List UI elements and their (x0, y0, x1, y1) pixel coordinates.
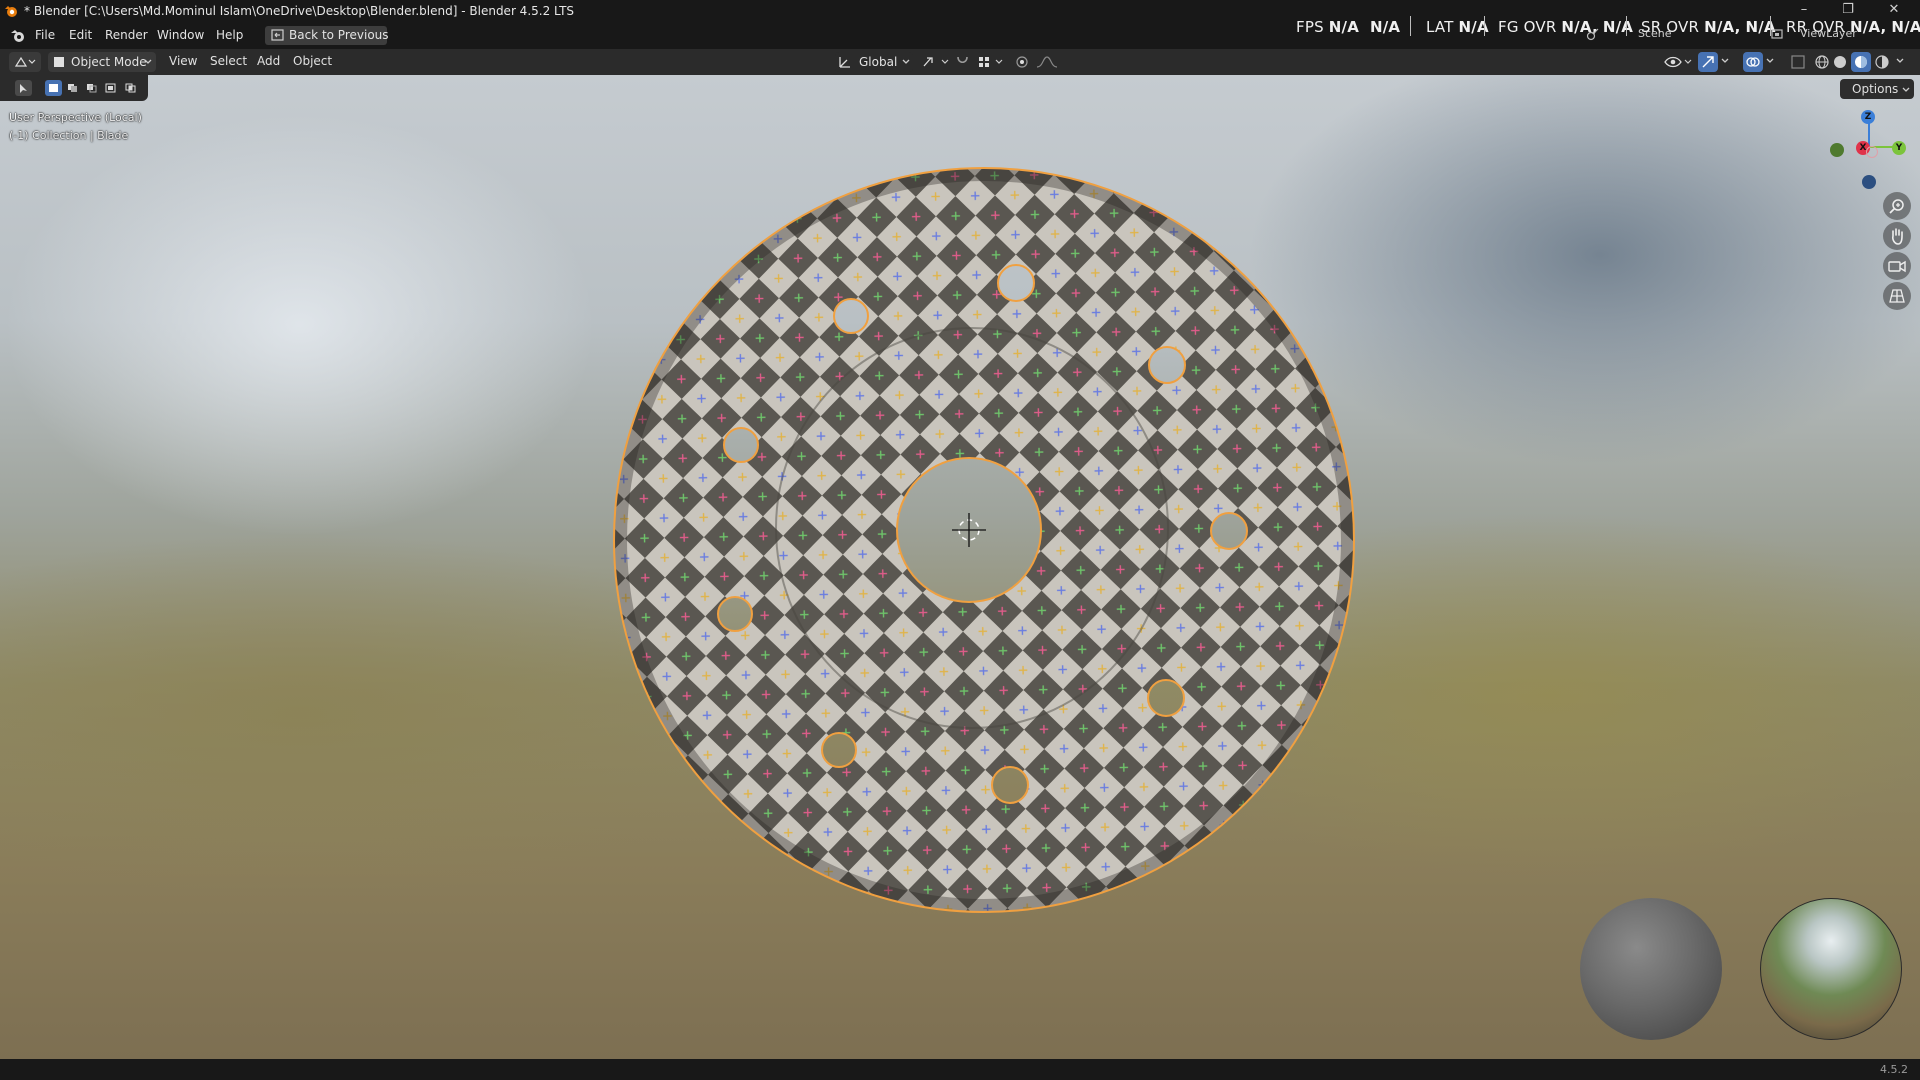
scene-icon (1586, 28, 1599, 41)
axis-y-button[interactable]: Y (1892, 141, 1906, 155)
header-menu-add[interactable]: Add (257, 54, 280, 68)
back-screen-icon (271, 29, 284, 41)
back-to-previous-label: Back to Previous (289, 28, 389, 42)
mode-selector[interactable]: Object Mode (48, 52, 156, 72)
menu-render[interactable]: Render (105, 28, 148, 42)
select-invert-icon (105, 83, 116, 93)
window-title: * Blender [C:\Users\Md.Mominul Islam\One… (24, 4, 575, 18)
menu-file[interactable]: File (35, 28, 55, 42)
header-menu-select[interactable]: Select (210, 54, 247, 68)
wireframe-shading-icon[interactable] (1814, 54, 1830, 70)
chevron-down-icon (902, 59, 910, 64)
editor-type-button[interactable] (9, 52, 41, 72)
cursor-arrow-icon (20, 84, 27, 93)
gizmo-toggle-button[interactable] (1698, 52, 1718, 72)
blender-logo-icon (5, 6, 17, 17)
snap-icon[interactable] (955, 54, 1005, 70)
view-layer-icon (1771, 29, 1783, 39)
3d-viewport-icon (14, 56, 36, 67)
rendered-shading-icon[interactable] (1874, 54, 1890, 70)
select-subtract-icon (87, 84, 97, 93)
chevron-down-icon[interactable] (1896, 58, 1904, 64)
stat-divider (1410, 16, 1411, 36)
material-preview-sphere (1580, 898, 1722, 1040)
overlays-toggle-button[interactable] (1743, 52, 1763, 72)
select-mode-invert-button[interactable] (102, 80, 119, 96)
transform-orientation-selector[interactable]: Global (835, 52, 913, 72)
viewport-collection-label: (-1) Collection | Blade (9, 129, 129, 142)
material-preview-button[interactable] (1851, 52, 1871, 72)
pivot-point-icon[interactable] (920, 54, 950, 70)
select-mode-intersect-button[interactable] (122, 80, 139, 96)
orientation-icon (839, 57, 850, 68)
hdri-preview-sphere (1760, 898, 1902, 1040)
back-to-previous-button[interactable]: Back to Previous (265, 26, 389, 45)
fps-stat: FPS N/A N/A (1296, 18, 1401, 36)
hand-icon (1892, 228, 1903, 245)
select-extend-icon (68, 84, 77, 92)
select-intersect-icon (125, 83, 136, 93)
chevron-down-icon (144, 59, 152, 64)
axis-z-button[interactable]: Z (1861, 110, 1875, 124)
view-layer-name: ViewLayer (1800, 27, 1857, 40)
header-menu-view[interactable]: View (169, 54, 197, 68)
chevron-down-icon[interactable] (1766, 58, 1774, 64)
chevron-down-icon (1902, 87, 1910, 92)
solid-shading-icon[interactable] (1832, 54, 1848, 70)
axis-neg-x-button[interactable] (1866, 146, 1878, 158)
options-label: Options (1852, 82, 1899, 96)
viewport-header: Object Mode View Select Add Object Globa… (0, 49, 1920, 75)
grid-icon (1889, 289, 1905, 303)
version-label: 4.5.2 (1880, 1063, 1908, 1076)
camera-icon (1888, 260, 1906, 273)
blender-menu-icon[interactable] (10, 29, 26, 43)
select-mode-new-button[interactable] (45, 80, 62, 96)
axis-neg-z-button[interactable] (1862, 175, 1876, 189)
object-mode-icon (54, 57, 64, 67)
menu-help[interactable]: Help (216, 28, 243, 42)
scene-selector[interactable]: Scene (1586, 25, 1696, 43)
scene-name: Scene (1638, 27, 1672, 40)
menu-edit[interactable]: Edit (69, 28, 92, 42)
perspective-toggle-button[interactable] (1883, 282, 1911, 310)
3d-viewport[interactable]: Options User Perspective (Local) (-1) Co… (0, 75, 1920, 1059)
axis-neg-y-button[interactable] (1830, 143, 1844, 157)
view-layer-selector[interactable]: ViewLayer (1770, 25, 1880, 43)
status-bar: 4.5.2 (0, 1059, 1920, 1080)
select-mode-subtract-button[interactable] (83, 80, 100, 96)
material-preview-icon (1855, 56, 1867, 68)
zoom-icon (1889, 199, 1904, 214)
select-tool-button[interactable] (15, 80, 32, 96)
camera-view-button[interactable] (1883, 252, 1911, 280)
overlays-icon (1746, 57, 1760, 67)
gizmo-icon (1702, 56, 1714, 68)
visibility-icon[interactable] (1663, 54, 1693, 70)
select-mode-extend-button[interactable] (64, 80, 81, 96)
orientation-label: Global (859, 55, 898, 69)
pan-button[interactable] (1883, 222, 1911, 250)
viewport-perspective-label: User Perspective (Local) (9, 111, 142, 124)
select-new-icon (49, 84, 58, 92)
options-button[interactable]: Options (1840, 79, 1914, 99)
xray-toggle-icon[interactable] (1790, 54, 1806, 70)
proportional-editing-icon[interactable] (1013, 54, 1063, 70)
mode-label: Object Mode (71, 55, 147, 69)
zoom-button[interactable] (1883, 192, 1911, 220)
lat-stat: LAT N/A (1426, 18, 1489, 36)
stat-divider (1484, 16, 1485, 36)
tool-settings-bar (0, 75, 148, 101)
chevron-down-icon[interactable] (1721, 58, 1729, 64)
header-menu-object[interactable]: Object (293, 54, 332, 68)
menu-window[interactable]: Window (157, 28, 204, 42)
